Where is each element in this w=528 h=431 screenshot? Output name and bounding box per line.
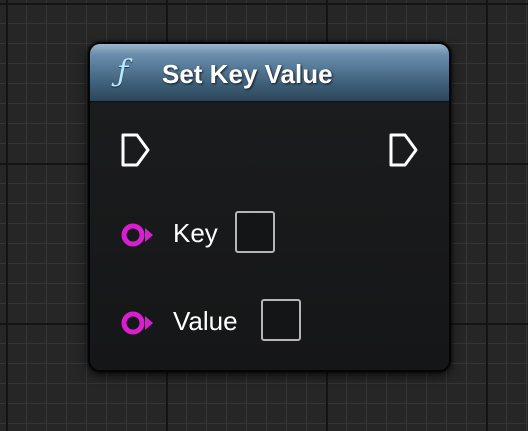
value-pin-icon <box>121 311 153 335</box>
node-title: Set Key Value <box>162 59 333 89</box>
key-pin-label: Key <box>173 218 218 248</box>
key-input-pin[interactable] <box>120 221 160 249</box>
value-input-pin[interactable] <box>120 309 160 337</box>
exec-input-icon <box>121 133 150 167</box>
key-pin-icon <box>121 223 153 247</box>
exec-output-icon <box>389 133 418 167</box>
blueprint-graph-canvas[interactable]: ƒ Set Key Value Key Value <box>0 0 528 431</box>
exec-output-pin[interactable] <box>388 132 420 168</box>
set-key-value-node[interactable]: ƒ Set Key Value Key Value <box>88 42 451 372</box>
value-pin-label: Value <box>173 306 238 336</box>
key-checkbox[interactable] <box>235 211 275 253</box>
value-checkbox[interactable] <box>261 299 301 341</box>
node-header[interactable]: ƒ Set Key Value <box>90 44 449 102</box>
function-icon: ƒ <box>117 54 129 89</box>
node-header-sheen <box>90 44 449 54</box>
exec-input-pin[interactable] <box>120 132 152 168</box>
